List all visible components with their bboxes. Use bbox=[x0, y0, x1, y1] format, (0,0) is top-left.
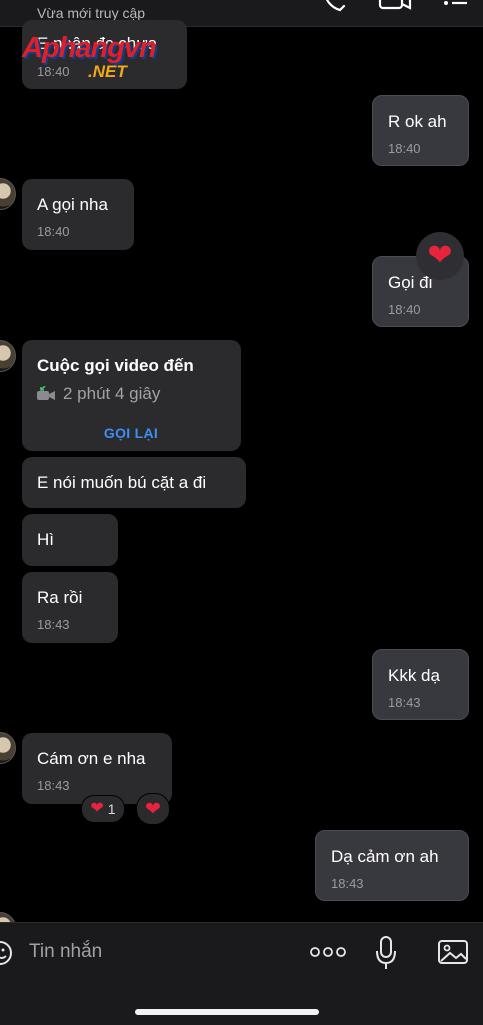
message-time: 18:43 bbox=[37, 617, 70, 632]
avatar[interactable] bbox=[0, 732, 16, 764]
reaction-count-badge[interactable]: ❤ 1 bbox=[81, 795, 125, 823]
message-incoming[interactable]: Hì bbox=[22, 514, 118, 566]
watermark-logo: Aphangvn .NET bbox=[22, 32, 157, 81]
message-text: Dạ cảm ơn ah bbox=[331, 847, 439, 866]
reaction-count: 1 bbox=[107, 801, 116, 817]
video-icon[interactable] bbox=[378, 0, 412, 19]
message-time: 18:40 bbox=[388, 141, 421, 156]
home-indicator[interactable] bbox=[135, 1009, 319, 1015]
call-title: Cuộc gọi video đến bbox=[37, 356, 194, 375]
message-text: Cám ơn e nha bbox=[37, 749, 146, 768]
reaction-badge[interactable]: ❤ bbox=[416, 232, 464, 280]
more-icon[interactable] bbox=[443, 0, 469, 19]
video-call-icon bbox=[37, 385, 57, 407]
message-text: R ok ah bbox=[388, 112, 447, 131]
message-outgoing[interactable]: R ok ah 18:40 bbox=[372, 95, 469, 166]
call-card[interactable]: Cuộc gọi video đến 2 phút 4 giây GỌI LẠI bbox=[22, 340, 241, 451]
add-reaction-button[interactable]: ❤ bbox=[136, 793, 170, 825]
message-input[interactable]: Tin nhắn bbox=[29, 941, 102, 963]
message-outgoing[interactable]: Kkk dạ 18:43 bbox=[372, 649, 469, 720]
message-time: 18:43 bbox=[37, 778, 70, 793]
heart-icon: ❤ bbox=[90, 800, 104, 817]
microphone-icon[interactable] bbox=[374, 935, 398, 976]
message-text: E nói muốn bú cặt a đi bbox=[37, 473, 207, 492]
message-incoming[interactable]: A gọi nha 18:40 bbox=[22, 179, 134, 250]
call-duration: 2 phút 4 giây bbox=[63, 384, 161, 403]
avatar[interactable] bbox=[0, 340, 16, 372]
heart-icon: ❤ bbox=[427, 239, 453, 272]
call-back-button[interactable]: GỌI LẠI bbox=[22, 425, 240, 441]
message-text: Hì bbox=[37, 530, 54, 549]
message-incoming[interactable]: Ra rồi 18:43 bbox=[22, 572, 118, 643]
avatar[interactable] bbox=[0, 178, 16, 210]
sticker-icon[interactable] bbox=[0, 939, 14, 972]
message-time: 18:43 bbox=[388, 695, 421, 710]
message-text: Kkk dạ bbox=[388, 666, 440, 685]
phone-icon[interactable] bbox=[322, 0, 348, 19]
message-incoming[interactable]: E nói muốn bú cặt a đi bbox=[22, 457, 246, 508]
message-text: Ra rồi bbox=[37, 588, 83, 607]
last-seen-status: Vừa mới truy cập bbox=[37, 5, 146, 21]
message-composer: Tin nhắn bbox=[0, 922, 483, 1025]
message-time: 18:40 bbox=[37, 224, 70, 239]
message-time: 18:40 bbox=[388, 302, 421, 317]
heart-icon: ❤ bbox=[145, 798, 161, 820]
message-time: 18:43 bbox=[331, 876, 364, 891]
message-outgoing[interactable]: Dạ cảm ơn ah 18:43 bbox=[315, 830, 469, 901]
more-options-icon[interactable] bbox=[310, 945, 346, 964]
image-icon[interactable] bbox=[437, 937, 469, 972]
message-text: A gọi nha bbox=[37, 195, 108, 214]
